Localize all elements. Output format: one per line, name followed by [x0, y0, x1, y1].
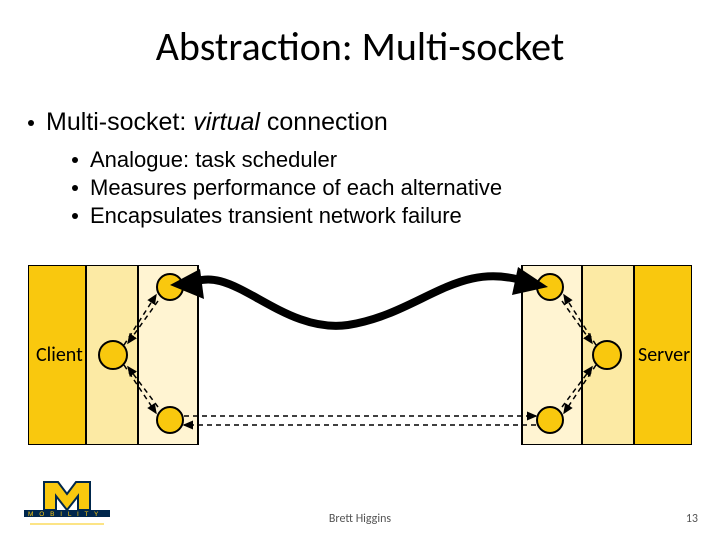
bullet-dot	[72, 185, 78, 191]
failover-arrow	[186, 276, 530, 326]
client-socket-node	[157, 407, 183, 433]
bullet-dot	[72, 213, 78, 219]
sub-bullet: Measures performance of each alternative	[72, 175, 692, 201]
sub-bullet-text: Encapsulates transient network failure	[90, 203, 462, 229]
client-hub-node	[99, 341, 127, 369]
bullet-list: Multi-socket: virtual connection Analogu…	[28, 108, 692, 231]
sub-bullet: Analogue: task scheduler	[72, 147, 692, 173]
client-label: Client	[36, 343, 83, 367]
footer-author: Brett Higgins	[0, 512, 720, 526]
sub-bullet-text: Analogue: task scheduler	[90, 147, 337, 173]
bullet-main: Multi-socket: virtual connection	[28, 108, 692, 137]
server-label: Server	[638, 343, 690, 367]
multi-socket-diagram: Client Server	[28, 265, 692, 445]
bullet-main-pre: Multi-socket:	[46, 108, 193, 136]
server-socket-node	[537, 407, 563, 433]
sub-bullet-text: Measures performance of each alternative	[90, 175, 502, 201]
footer-page-number: 13	[686, 512, 698, 526]
sub-bullet: Encapsulates transient network failure	[72, 203, 692, 229]
slide-title: Abstraction: Multi-socket	[0, 22, 720, 71]
server-hub-node	[593, 341, 621, 369]
bullet-main-em: virtual	[193, 108, 260, 136]
bullet-main-post: connection	[260, 108, 388, 136]
bullet-dot	[28, 120, 34, 126]
block-m-icon	[44, 482, 90, 510]
bullet-dot	[72, 157, 78, 163]
